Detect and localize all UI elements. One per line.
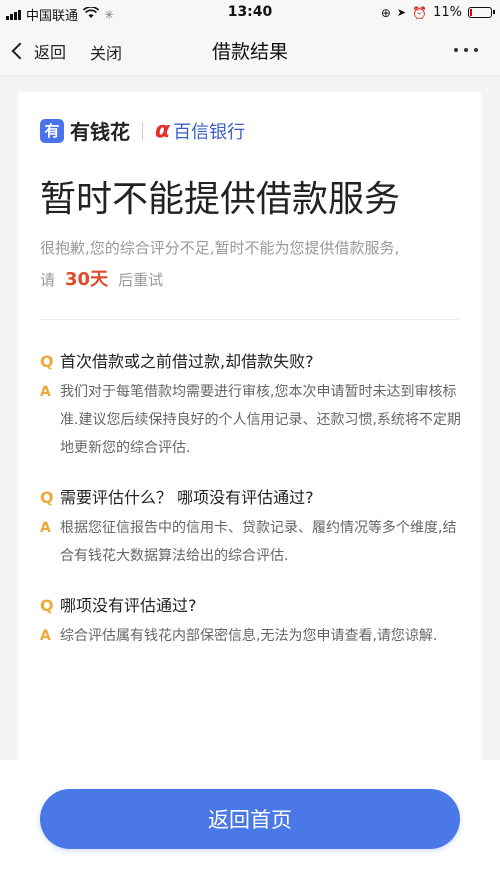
page-title: 借款结果 — [211, 41, 288, 63]
brand-row: 有 有钱花 α 百信银行 — [40, 116, 245, 145]
status-bar: 中国联通 ✳ 13:40 ⊕ ➤ ⏰ 11% — [0, 0, 500, 26]
answer-text: 根据您征信报告中的信用卡、贷款记录、履约情况等多个维度,结合有钱花大数据算法给出… — [60, 520, 457, 564]
retry-prefix: 请 — [40, 271, 56, 289]
q-marker: Q — [40, 596, 54, 615]
faq-answer: A 根据您征信报告中的信用卡、贷款记录、履约情况等多个维度,结合有钱花大数据算法… — [40, 514, 470, 570]
brand-divider — [142, 121, 143, 140]
faq-answer: A 我们对于每笔借款均需要进行审核,您本次申请暂时未达到审核标准.建议您后续保持… — [40, 378, 470, 462]
battery-icon — [468, 7, 495, 18]
retry-line: 请 30天 后重试 — [40, 265, 163, 291]
result-title: 暂时不能提供借款服务 — [40, 179, 401, 220]
bank-name: 百信银行 — [173, 121, 246, 143]
faq-item: Q 首次借款或之前借过款,却借款失败? A 我们对于每笔借款均需要进行审核,您本… — [40, 348, 470, 462]
bank-logo-icon: α — [155, 118, 171, 143]
q-marker: Q — [40, 488, 54, 507]
faq-answer: A 综合评估属有钱花内部保密信息,无法为您申请查看,请您谅解. — [40, 622, 470, 650]
faq-question: Q 需要评估什么？ 哪项没有评估通过? — [40, 484, 470, 512]
retry-days: 30天 — [65, 269, 109, 290]
more-options-icon[interactable] — [454, 48, 478, 52]
nav-bar: 返回 关闭 借款结果 — [0, 26, 500, 76]
return-home-button[interactable]: 返回首页 — [40, 789, 460, 849]
divider — [40, 319, 460, 320]
rotation-lock-icon: ⊕ — [380, 5, 391, 20]
brand-name: 有钱花 — [70, 120, 130, 144]
question-text: 哪项没有评估通过? — [60, 596, 197, 615]
a-marker: A — [40, 628, 51, 644]
answer-text: 我们对于每笔借款均需要进行审核,您本次申请暂时未达到审核标准.建议您后续保持良好… — [60, 384, 461, 456]
question-text: 首次借款或之前借过款,却借款失败? — [60, 352, 314, 371]
retry-suffix: 后重试 — [118, 271, 164, 289]
faq-question: Q 哪项没有评估通过? — [40, 592, 470, 620]
app-logo-icon: 有 — [40, 118, 64, 143]
faq-item: Q 需要评估什么？ 哪项没有评估通过? A 根据您征信报告中的信用卡、贷款记录、… — [40, 484, 470, 570]
location-icon: ➤ — [396, 6, 407, 19]
q-marker: Q — [40, 352, 54, 371]
a-marker: A — [40, 520, 51, 536]
result-message: 很抱歉,您的综合评分不足,暂时不能为您提供借款服务, — [40, 239, 400, 257]
alarm-icon: ⏰ — [412, 5, 428, 20]
battery-percent: 11% — [433, 5, 462, 20]
faq-question: Q 首次借款或之前借过款,却借款失败? — [40, 348, 470, 376]
status-right: ⊕ ➤ ⏰ 11% — [380, 5, 495, 20]
answer-text: 综合评估属有钱花内部保密信息,无法为您申请查看,请您谅解. — [60, 628, 438, 644]
a-marker: A — [40, 384, 51, 400]
question-text: 需要评估什么？ 哪项没有评估通过? — [60, 488, 314, 507]
battery-fill — [470, 9, 472, 16]
faq-item: Q 哪项没有评估通过? A 综合评估属有钱花内部保密信息,无法为您申请查看,请您… — [40, 592, 470, 650]
